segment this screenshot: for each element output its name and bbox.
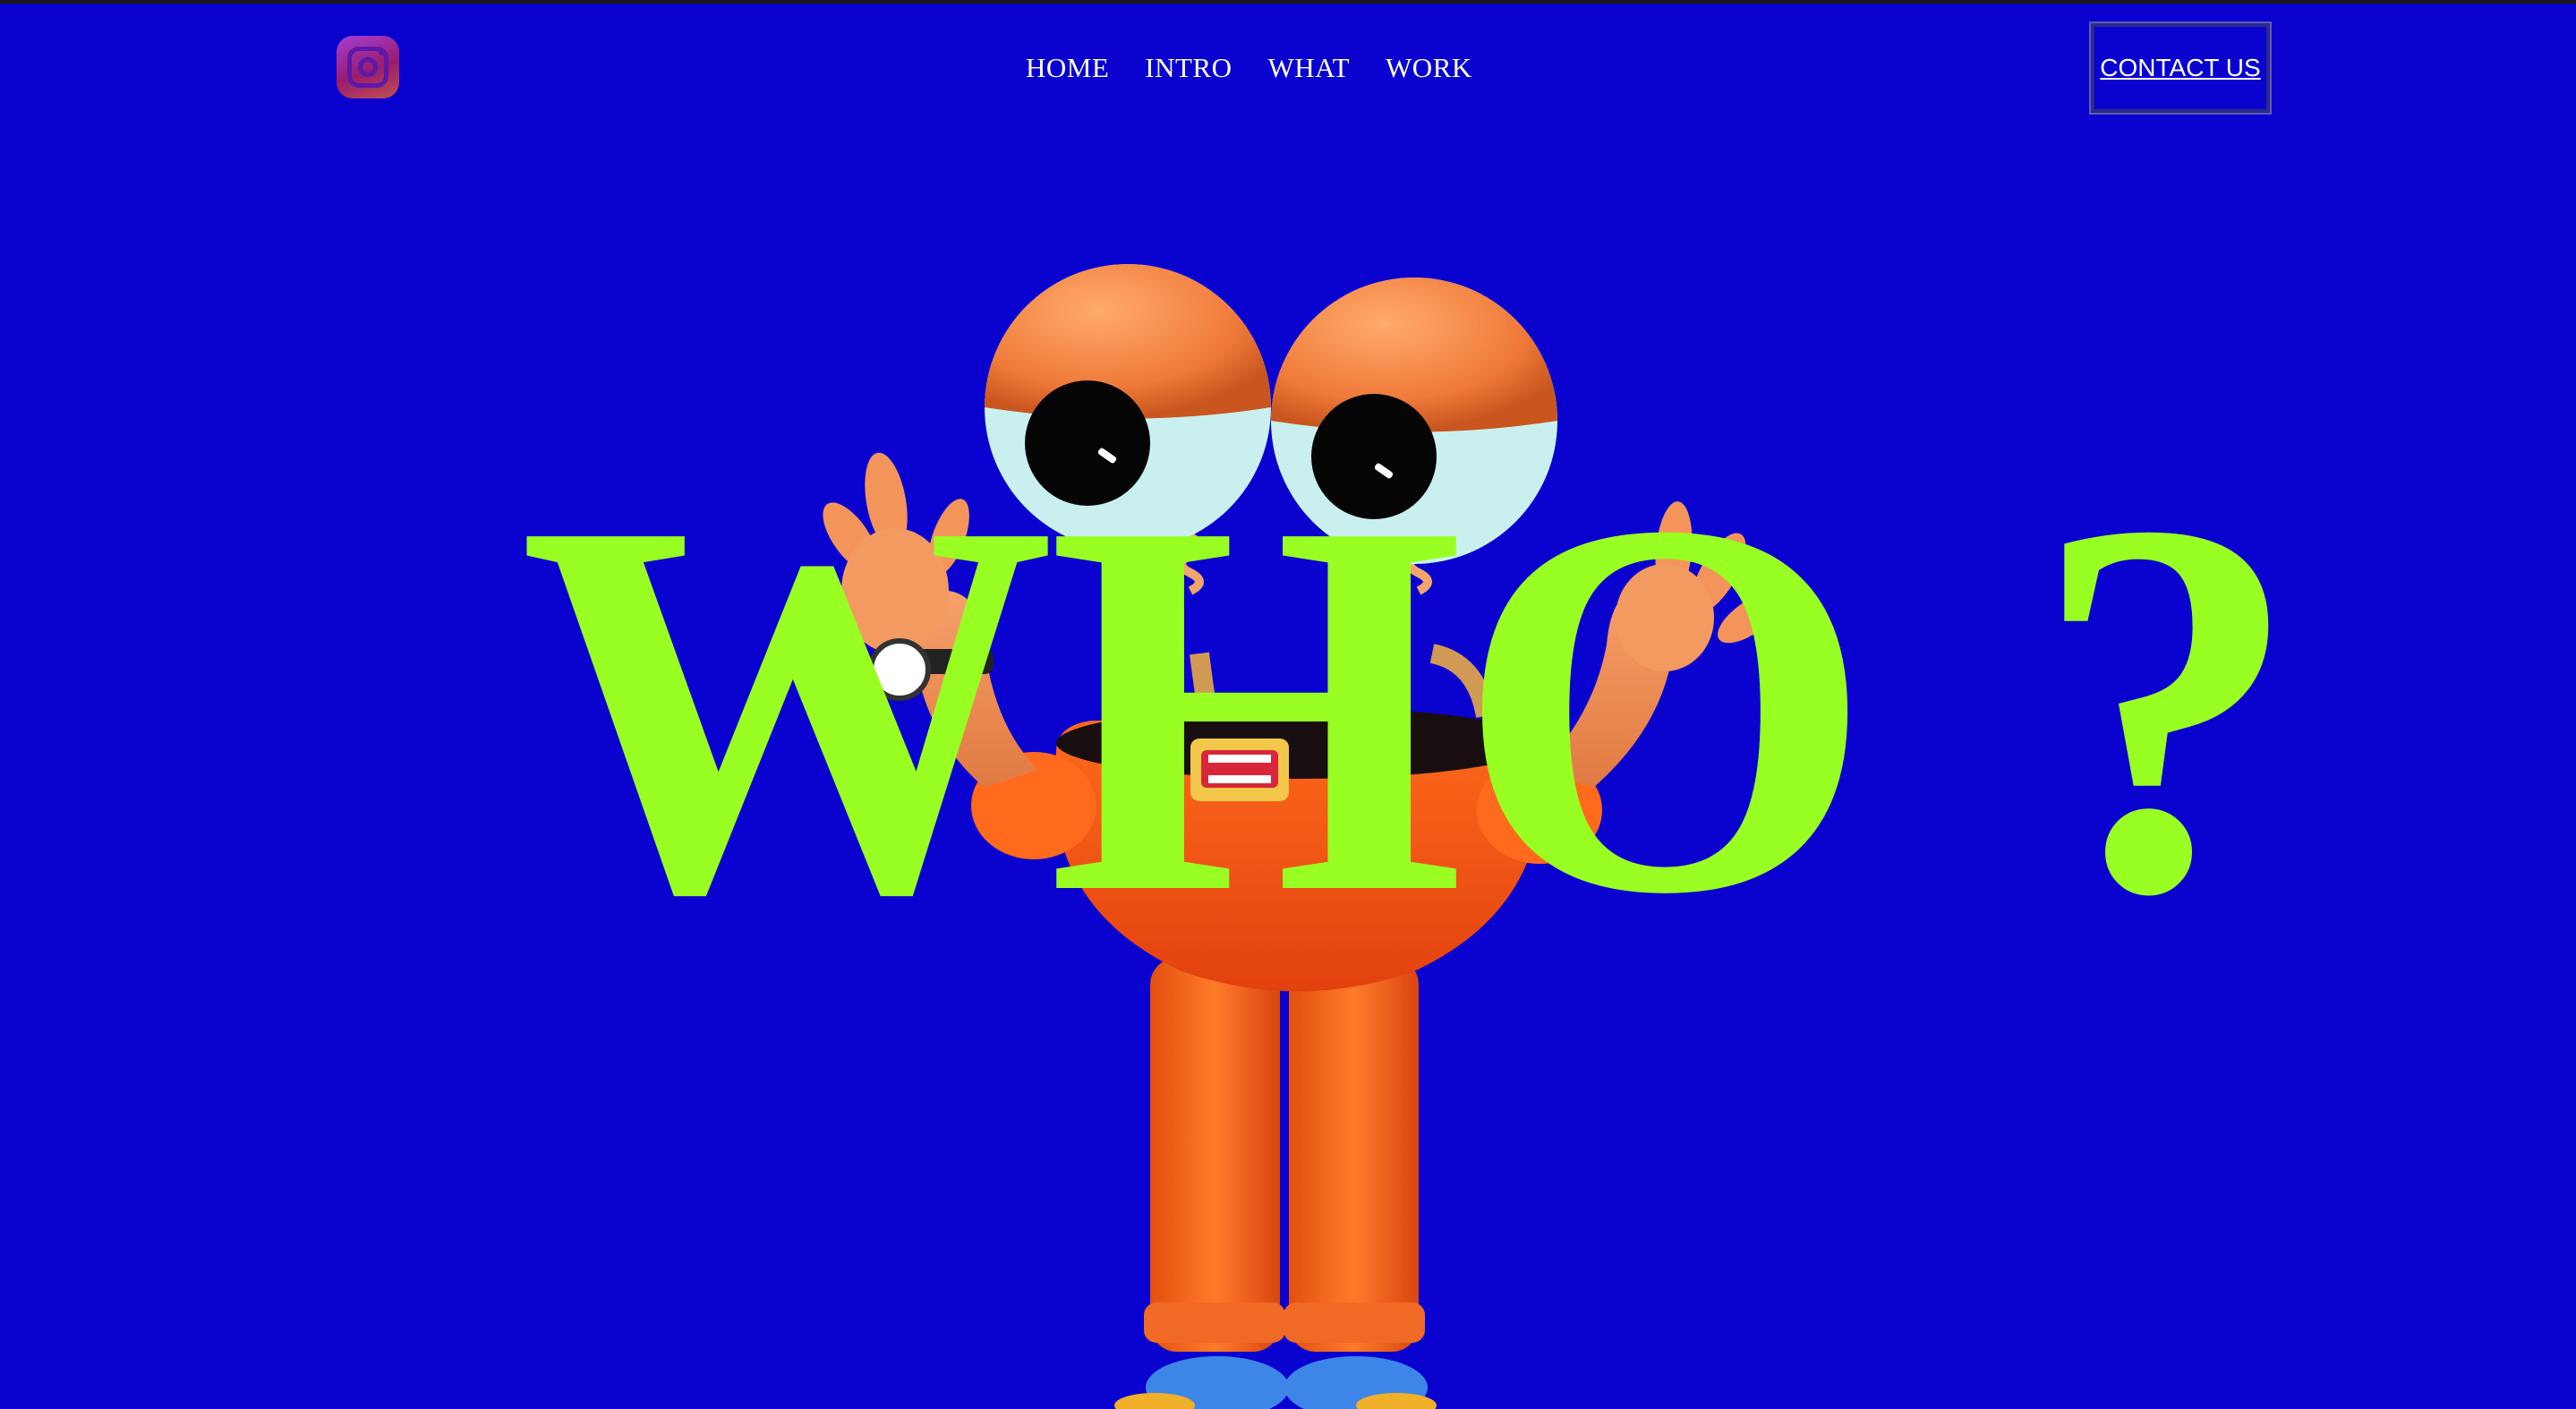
nav-home[interactable]: HOME <box>1026 52 1109 84</box>
nav-intro[interactable]: INTRO <box>1145 52 1232 84</box>
site-header: HOME INTRO WHAT WORK CONTACT US <box>0 4 2576 129</box>
instagram-icon-dot <box>379 50 384 56</box>
headline-question-mark: ? <box>2032 409 2300 1004</box>
nav-work[interactable]: WORK <box>1386 52 1472 84</box>
hero-headline: WHO ? <box>0 409 2576 1004</box>
contact-us-button[interactable]: CONTACT US <box>2089 21 2272 115</box>
instagram-icon[interactable] <box>337 36 399 98</box>
headline-word: WHO <box>519 409 1873 1004</box>
main-nav: HOME INTRO WHAT WORK <box>1026 48 1472 88</box>
nav-what[interactable]: WHAT <box>1268 52 1351 84</box>
